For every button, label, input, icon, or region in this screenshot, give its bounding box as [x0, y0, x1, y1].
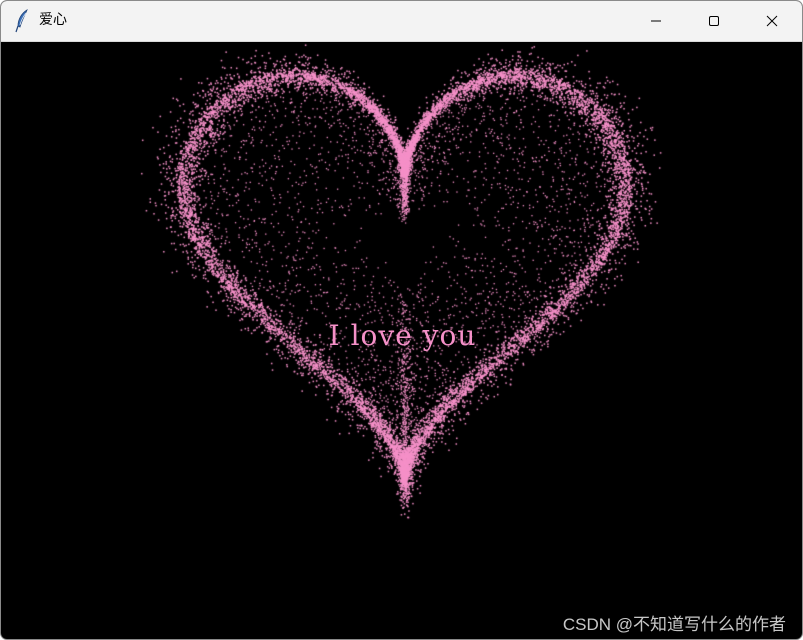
app-window: 爱心 I love you CSDN @不知道写什么的作者 — [0, 0, 803, 640]
close-icon — [766, 12, 778, 31]
watermark-text: CSDN @不知道写什么的作者 — [562, 615, 786, 634]
maximize-icon — [708, 12, 720, 31]
window-title: 爱心 — [39, 12, 67, 28]
love-text: I love you — [328, 319, 477, 352]
maximize-button[interactable] — [685, 1, 743, 41]
feather-icon — [13, 9, 31, 33]
close-button[interactable] — [743, 1, 801, 41]
title-bar[interactable]: 爱心 — [1, 1, 802, 42]
minimize-button[interactable] — [627, 1, 685, 41]
minimize-icon — [650, 12, 662, 31]
